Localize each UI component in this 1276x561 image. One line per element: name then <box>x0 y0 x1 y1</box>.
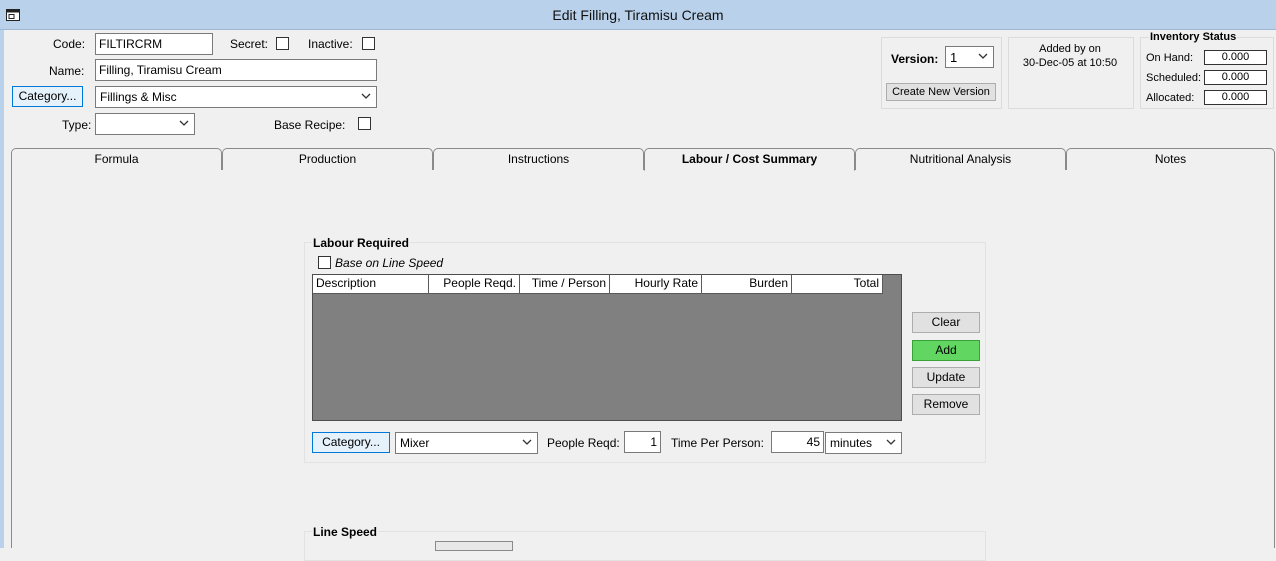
inactive-label: Inactive: <box>308 37 353 51</box>
clear-button[interactable]: Clear <box>912 312 980 333</box>
tab-notes[interactable]: Notes <box>1066 148 1275 170</box>
column-header-total[interactable]: Total <box>792 275 883 294</box>
base-on-line-speed-label: Base on Line Speed <box>335 256 444 270</box>
chevron-down-icon <box>886 439 896 445</box>
line-speed-title: Line Speed <box>312 525 379 539</box>
people-reqd-label: People Reqd: <box>547 436 620 450</box>
chevron-down-icon <box>522 439 532 445</box>
version-select[interactable]: 1 <box>945 46 994 68</box>
chevron-down-icon <box>361 93 371 99</box>
update-button[interactable]: Update <box>912 367 980 388</box>
labour-category-button[interactable]: Category... <box>312 432 390 453</box>
category-button[interactable]: Category... <box>12 86 83 107</box>
type-label: Type: <box>62 118 92 132</box>
allocated-label: Allocated: <box>1146 92 1195 104</box>
add-button[interactable]: Add <box>912 340 980 361</box>
allocated-value: 0.000 <box>1204 90 1267 105</box>
chevron-down-icon <box>179 120 189 126</box>
labour-category-value: Mixer <box>400 436 430 450</box>
tab-labour-cost-summary[interactable]: Labour / Cost Summary <box>644 148 855 171</box>
tab-instructions[interactable]: Instructions <box>433 148 644 170</box>
tab-formula[interactable]: Formula <box>11 148 222 170</box>
base-recipe-label: Base Recipe: <box>274 118 346 132</box>
scheduled-value: 0.000 <box>1204 70 1267 85</box>
category-select[interactable]: Fillings & Misc <box>95 86 377 108</box>
title-bar: Edit Filling, Tiramisu Cream <box>0 0 1276 30</box>
line-speed-field[interactable] <box>435 541 513 551</box>
time-per-person-field[interactable]: 45 <box>771 431 824 453</box>
line-speed-group <box>304 531 986 561</box>
column-header-burden[interactable]: Burden <box>702 275 792 294</box>
create-new-version-button[interactable]: Create New Version <box>886 83 996 101</box>
tab-nutritional-analysis[interactable]: Nutritional Analysis <box>855 148 1066 170</box>
column-header-time-per-person[interactable]: Time / Person <box>520 275 610 294</box>
on-hand-value: 0.000 <box>1204 50 1267 65</box>
window-border <box>0 30 4 548</box>
name-label: Name: <box>49 64 85 78</box>
column-header-people-reqd[interactable]: People Reqd. <box>429 275 520 294</box>
version-select-value: 1 <box>950 50 958 65</box>
scheduled-label: Scheduled: <box>1146 72 1202 84</box>
category-select-value: Fillings & Misc <box>100 90 177 104</box>
time-unit-select[interactable]: minutes <box>825 432 902 454</box>
added-date-text: 30-Dec-05 at 10:50 <box>1022 57 1118 69</box>
labour-category-select[interactable]: Mixer <box>395 432 538 454</box>
tab-production[interactable]: Production <box>222 148 433 170</box>
secret-checkbox[interactable] <box>276 37 289 50</box>
code-field[interactable]: FILTIRCRM <box>95 33 213 55</box>
base-recipe-checkbox[interactable] <box>358 117 371 130</box>
time-per-person-label: Time Per Person: <box>671 436 764 450</box>
inactive-checkbox[interactable] <box>362 37 375 50</box>
labour-required-title: Labour Required <box>312 236 411 250</box>
type-select[interactable] <box>95 113 195 135</box>
on-hand-label: On Hand: <box>1146 52 1194 64</box>
people-reqd-field[interactable]: 1 <box>624 431 661 453</box>
code-label: Code: <box>53 37 86 51</box>
window-title: Edit Filling, Tiramisu Cream <box>552 7 724 23</box>
base-on-line-speed-checkbox[interactable] <box>318 256 331 269</box>
labour-grid[interactable]: Description People Reqd. Time / Person H… <box>312 274 902 421</box>
column-header-hourly-rate[interactable]: Hourly Rate <box>610 275 702 294</box>
name-field[interactable]: Filling, Tiramisu Cream <box>95 59 377 81</box>
version-label: Version: <box>891 52 939 66</box>
remove-button[interactable]: Remove <box>912 394 980 415</box>
added-by-text: Added by on <box>1039 43 1101 55</box>
inventory-title: Inventory Status <box>1149 31 1238 43</box>
chevron-down-icon <box>978 53 988 59</box>
time-unit-value: minutes <box>830 436 873 450</box>
secret-label: Secret: <box>230 37 269 51</box>
column-header-description[interactable]: Description <box>313 275 429 294</box>
